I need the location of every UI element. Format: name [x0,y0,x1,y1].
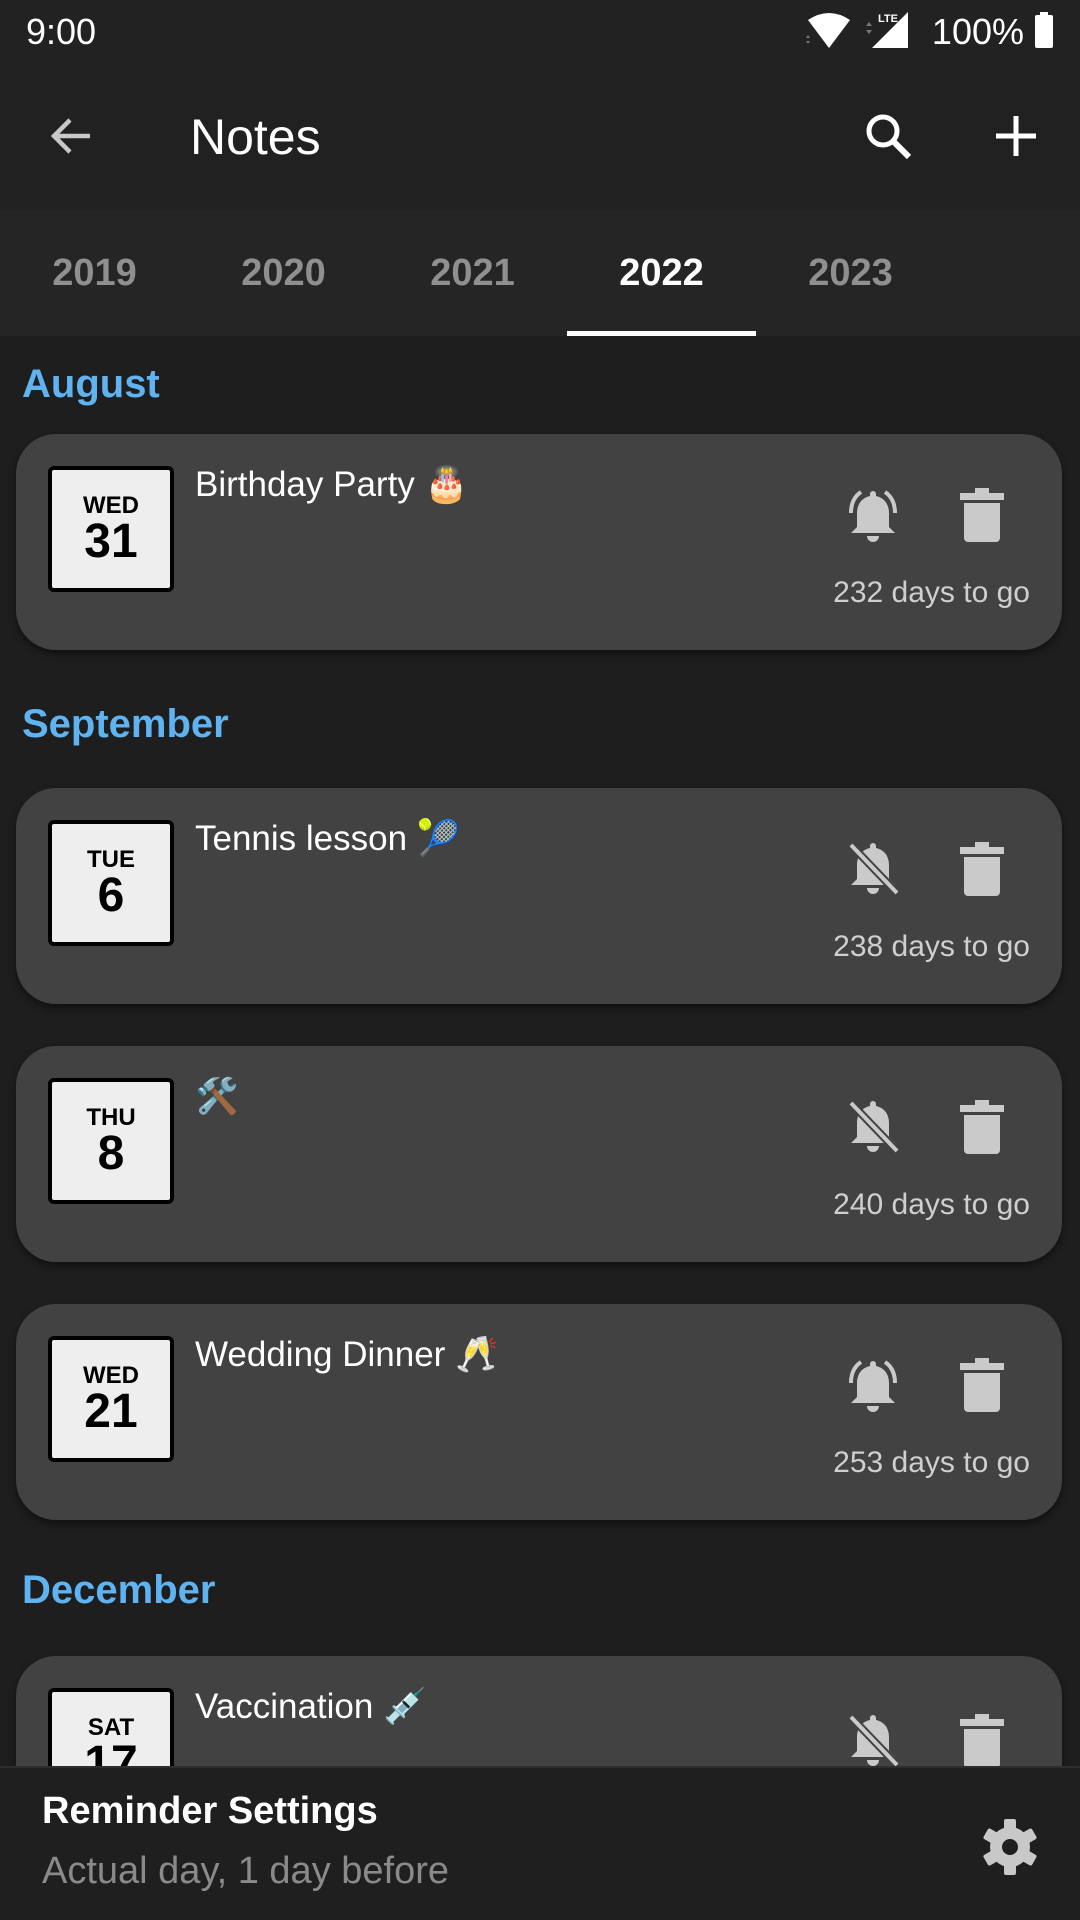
add-note-button[interactable] [986,108,1046,168]
search-button[interactable] [858,108,918,168]
tab-2020[interactable]: 2020 [189,210,378,336]
bell-ringing-icon [841,1353,905,1422]
settings-button[interactable] [975,1814,1045,1884]
signal-icon: LTE [864,10,914,55]
reminder-toggle[interactable] [838,1094,908,1164]
trash-icon [960,1099,1004,1160]
bell-off-icon [841,1709,905,1766]
tab-label: 2021 [430,251,515,294]
year-tabs: 2019 2020 2021 2022 2023 [0,210,1080,336]
tab-2019[interactable]: 2019 [0,210,189,336]
trash-icon [960,1357,1004,1418]
delete-button[interactable] [952,1352,1012,1422]
note-card[interactable]: TUE 6 Tennis lesson 🎾 238 days to go [16,788,1062,1004]
note-title: Tennis lesson 🎾 [195,819,461,858]
note-card[interactable]: WED 21 Wedding Dinner 🥂 253 days to go [16,1304,1062,1520]
tab-label: 2023 [808,251,893,294]
gear-icon [980,1817,1040,1882]
day-of-month: 17 [84,1737,138,1767]
delete-button[interactable] [952,1708,1012,1766]
trash-icon [960,1713,1004,1766]
reminder-settings-title: Reminder Settings [42,1790,378,1832]
days-to-go: 240 days to go [833,1188,1030,1221]
status-bar: 9:00 LTE 100% [0,0,1080,64]
month-header-august: August [22,362,160,406]
month-header-december: December [22,1568,216,1612]
date-badge: WED 31 [48,466,174,592]
day-of-month: 8 [97,1127,125,1180]
date-badge: TUE 6 [48,820,174,946]
tab-2023[interactable]: 2023 [756,210,945,336]
tab-label: 2022 [619,251,704,294]
day-of-month: 21 [84,1385,138,1438]
reminder-toggle[interactable] [838,1352,908,1422]
back-button[interactable] [44,110,100,166]
notes-list[interactable]: August WED 31 Birthday Party 🎂 232 days … [0,336,1080,1766]
battery-icon [1034,11,1054,53]
tab-label: 2019 [52,251,137,294]
app-bar: Notes [0,64,1080,210]
note-card[interactable]: THU 8 🛠️ 240 days to go [16,1046,1062,1262]
reminder-toggle[interactable] [838,1708,908,1766]
reminder-toggle[interactable] [838,482,908,552]
note-title: Vaccination 💉 [195,1687,427,1726]
tab-2021[interactable]: 2021 [378,210,567,336]
date-badge: THU 8 [48,1078,174,1204]
month-header-september: September [22,702,229,746]
note-title: Wedding Dinner 🥂 [195,1335,499,1374]
days-to-go: 232 days to go [833,576,1030,609]
reminder-settings-summary: Actual day, 1 day before [42,1850,449,1892]
tab-2022[interactable]: 2022 [567,210,756,336]
bell-off-icon [841,1095,905,1164]
delete-button[interactable] [952,482,1012,552]
note-card[interactable]: SAT 17 Vaccination 💉 [16,1656,1062,1766]
battery-percent: 100% [931,11,1024,52]
day-of-month: 31 [84,515,138,568]
date-badge: SAT 17 [48,1688,174,1766]
plus-icon [994,114,1038,163]
bell-off-icon [841,837,905,906]
note-title: 🛠️ [195,1077,239,1116]
arrow-back-icon [48,112,96,165]
page-title: Notes [190,109,321,165]
wifi-icon [804,10,854,55]
reminder-settings-bar[interactable]: Reminder Settings Actual day, 1 day befo… [0,1766,1080,1920]
trash-icon [960,487,1004,548]
note-card[interactable]: WED 31 Birthday Party 🎂 232 days to go [16,434,1062,650]
days-to-go: 253 days to go [833,1446,1030,1479]
search-icon [863,111,913,166]
reminder-toggle[interactable] [838,836,908,906]
delete-button[interactable] [952,836,1012,906]
day-of-month: 6 [97,869,125,922]
delete-button[interactable] [952,1094,1012,1164]
status-time: 9:00 [26,11,97,52]
date-badge: WED 21 [48,1336,174,1462]
tab-label: 2020 [241,251,326,294]
bell-ringing-icon [841,483,905,552]
days-to-go: 238 days to go [833,930,1030,963]
svg-text:LTE: LTE [878,13,898,25]
trash-icon [960,841,1004,902]
note-title: Birthday Party 🎂 [195,465,469,504]
status-icons: LTE 100% [804,10,1054,55]
